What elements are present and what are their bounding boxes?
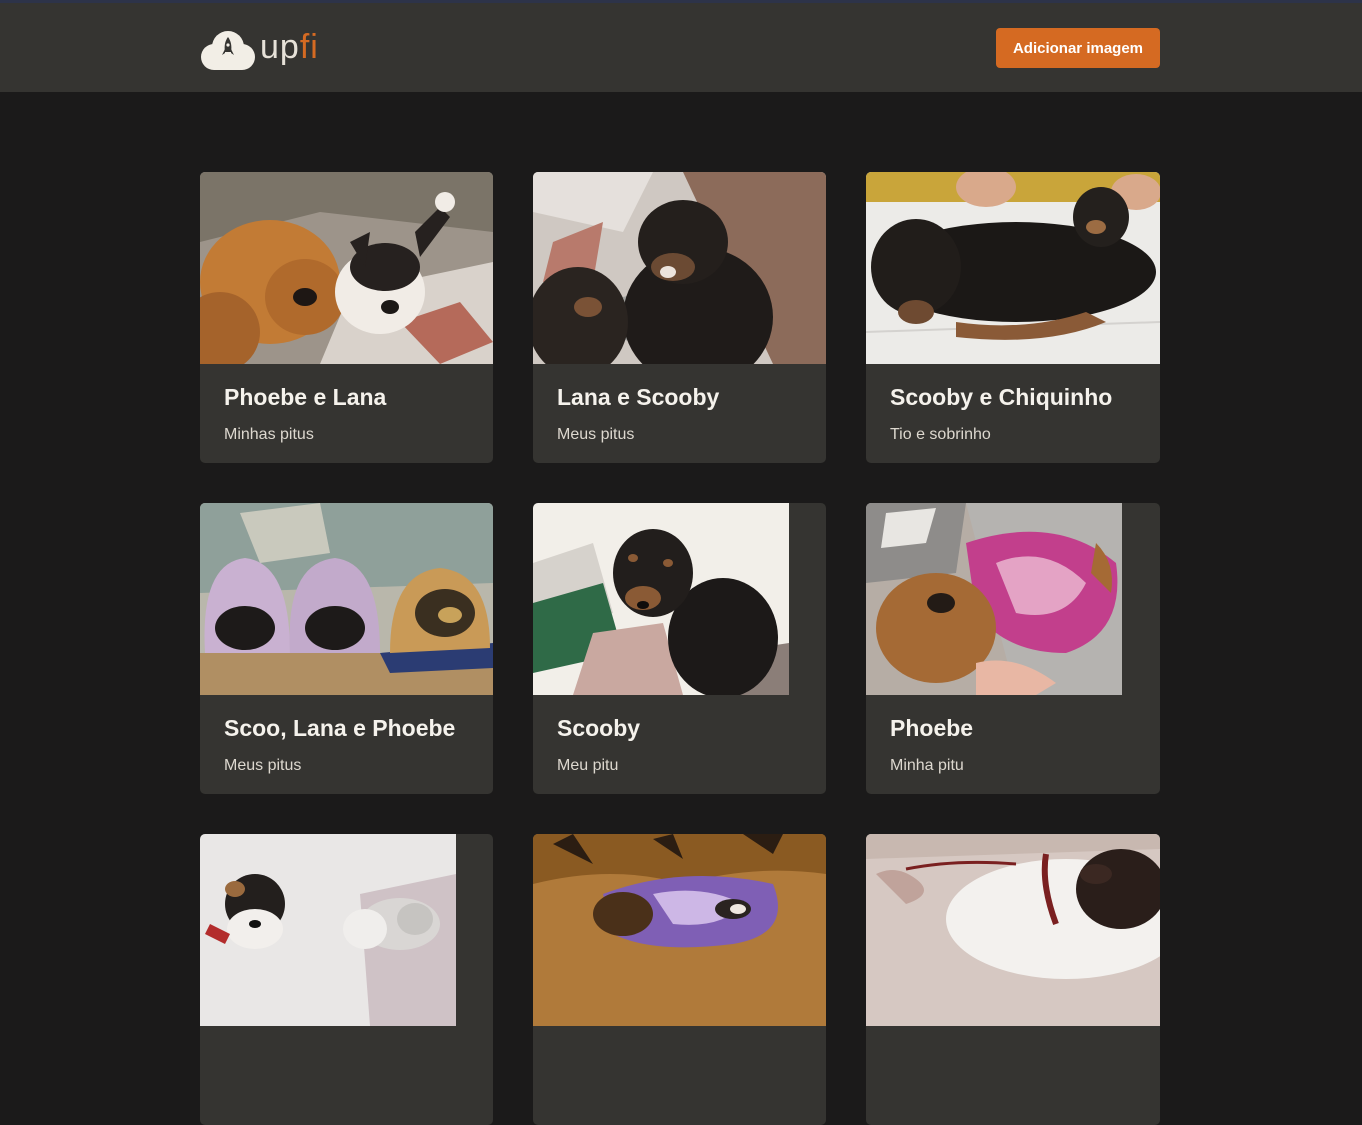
card-photo[interactable] [200, 172, 493, 364]
card-description: Meu pitu [557, 757, 619, 774]
card-photo[interactable] [533, 172, 826, 364]
image-card[interactable]: Phoebe e Lana Minhas pitus [200, 172, 493, 463]
cloud-rocket-icon [201, 31, 255, 70]
card-description: Minhas pitus [224, 426, 314, 443]
app-logo[interactable]: upfi [200, 27, 319, 71]
card-description: Meus pitus [224, 757, 302, 774]
image-card[interactable] [200, 834, 493, 1125]
image-card[interactable]: Lana e Scooby Meus pitus [533, 172, 826, 463]
card-title: Scooby [557, 715, 641, 741]
image-card[interactable]: Phoebe Minha pitu [866, 503, 1160, 794]
card-photo[interactable] [200, 503, 493, 695]
card-photo[interactable] [866, 503, 1122, 695]
image-card[interactable]: Scooby Meu pitu [533, 503, 826, 794]
card-photo[interactable] [866, 172, 1160, 364]
logo-text-main: up [260, 28, 300, 66]
card-title: Scooby e Chiquinho [890, 384, 1113, 410]
logo-text-accent: fi [299, 28, 319, 66]
image-card[interactable]: Scooby e Chiquinho Tio e sobrinho [866, 172, 1160, 463]
card-title: Phoebe e Lana [224, 384, 387, 410]
image-card[interactable]: Scoo, Lana e Phoebe Meus pitus [200, 503, 493, 794]
card-description: Tio e sobrinho [890, 426, 991, 443]
card-photo[interactable] [533, 834, 826, 1026]
card-description: Minha pitu [890, 757, 964, 774]
card-title: Lana e Scooby [557, 384, 720, 410]
card-photo[interactable] [866, 834, 1160, 1026]
card-photo[interactable] [200, 834, 456, 1026]
card-photo[interactable] [533, 503, 789, 695]
image-card[interactable] [533, 834, 826, 1125]
card-title: Phoebe [890, 715, 974, 741]
image-card[interactable] [866, 834, 1160, 1125]
logo-wordmark: upfi [260, 30, 319, 64]
card-title: Scoo, Lana e Phoebe [224, 715, 456, 741]
add-image-button[interactable]: Adicionar imagem [996, 28, 1160, 68]
card-description: Meus pitus [557, 426, 635, 443]
app-header: upfi Adicionar imagem [0, 3, 1362, 92]
